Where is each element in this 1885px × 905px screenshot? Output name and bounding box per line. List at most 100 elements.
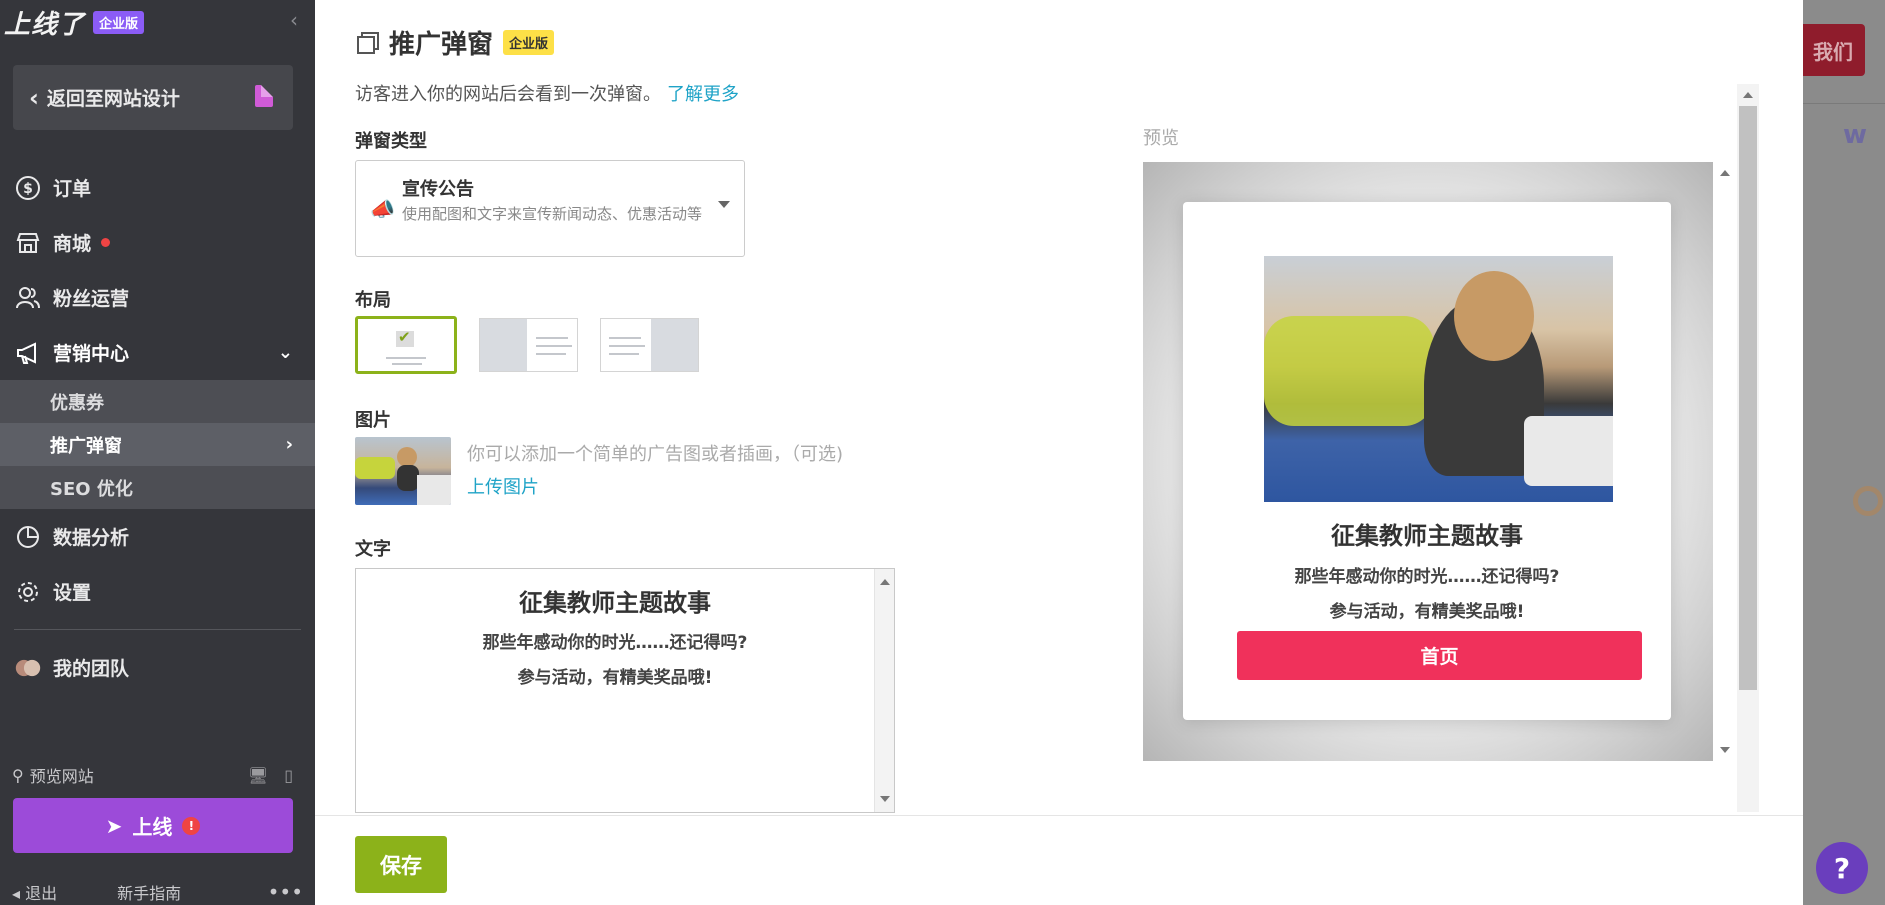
panel-footer: 保存 [315, 815, 1803, 905]
popup-icon [357, 31, 379, 54]
preview-label: 预览 [1143, 128, 1179, 149]
layout-option-image-right[interactable] [600, 318, 699, 372]
popup-type-label: 弹窗类型 [355, 131, 427, 152]
photo-shape [1524, 416, 1613, 486]
layout-option-image-left[interactable] [479, 318, 578, 372]
promo-popup-panel: 推广弹窗 企业版 访客进入你的网站后会看到一次弹窗。 了解更多 弹窗类型 📣 宣传… [315, 0, 1803, 905]
sidebar-nav: $ 订单 商城 粉丝运营 营销中心 ⌄ 优惠券 推广弹窗 › SEO 优化 数据… [0, 160, 315, 695]
sidebar-item-settings[interactable]: 设置 [0, 564, 315, 619]
help-button[interactable]: ? [1816, 842, 1868, 894]
desktop-icon[interactable]: 🖥 [248, 766, 268, 785]
sidebar-item-label: 粉丝运营 [53, 288, 130, 310]
line-placeholder [536, 353, 566, 355]
sidebar: 上线了 企业版 ‹ ‹ 返回至网站设计 $ 订单 商城 粉丝运营 营销中心 ⌄ … [0, 0, 315, 905]
brand-logo: 上线了 [4, 10, 86, 40]
dropdown-caret-icon [718, 201, 730, 208]
app-root: 上线了 企业版 ‹ ‹ 返回至网站设计 $ 订单 商城 粉丝运营 营销中心 ⌄ … [0, 0, 1885, 905]
editor-line-2: 参与活动，有精美奖品哦! [517, 668, 713, 688]
line-placeholder [609, 353, 639, 355]
brand: 上线了 企业版 [4, 4, 145, 41]
upload-image-link[interactable]: 上传图片 [467, 473, 539, 499]
sidebar-item-team[interactable]: 我的团队 [0, 640, 315, 695]
text-editor[interactable]: 征集教师主题故事 那些年感动你的时光……还记得吗? 参与活动，有精美奖品哦! [355, 568, 895, 813]
sidebar-item-fans[interactable]: 粉丝运营 [0, 270, 315, 325]
device-toggle: 🖥 ▯ [248, 766, 293, 785]
line-placeholder [609, 337, 641, 339]
sidebar-footer: ◂ 退出 新手指南 ••• [0, 880, 315, 904]
image-thumbnail[interactable] [355, 437, 451, 505]
sidebar-item-analytics[interactable]: 数据分析 [0, 509, 315, 564]
sidebar-item-orders[interactable]: $ 订单 [0, 160, 315, 215]
logout-link[interactable]: ◂ 退出 [12, 880, 57, 904]
scroll-down-icon[interactable] [880, 796, 890, 802]
subitem-label: 推广弹窗 [50, 435, 122, 457]
back-to-site-design-button[interactable]: ‹ 返回至网站设计 [13, 65, 293, 130]
preview-home-button: 首页 [1237, 631, 1642, 680]
store-icon [15, 230, 41, 256]
alert-badge: ! [182, 816, 201, 835]
popup-type-select[interactable]: 📣 宣传公告 使用配图和文字来宣传新闻动态、优惠活动等 [355, 160, 745, 257]
sidebar-item-label: 我的团队 [53, 658, 130, 680]
learn-more-link[interactable]: 了解更多 [667, 84, 739, 105]
preview-line-2: 参与活动，有精美奖品哦! [1329, 602, 1525, 622]
line-placeholder [386, 357, 426, 359]
editor-content[interactable]: 征集教师主题故事 那些年感动你的时光……还记得吗? 参与活动，有精美奖品哦! [356, 569, 874, 812]
background-button: 我们 [1803, 24, 1865, 76]
mobile-icon[interactable]: ▯ [284, 766, 293, 785]
more-icon[interactable]: ••• [268, 880, 303, 904]
image-placeholder-icon [651, 319, 698, 371]
layout-option-image-top[interactable] [355, 316, 457, 374]
sidebar-subitem-promo-popup[interactable]: 推广弹窗 › [0, 423, 315, 466]
sidebar-subitem-seo[interactable]: SEO 优化 [0, 466, 315, 509]
dollar-circle-icon: $ [15, 175, 41, 201]
sidebar-item-label: 订单 [53, 178, 92, 200]
scrollbar-thumb[interactable] [1739, 106, 1757, 690]
document-icon [255, 85, 273, 107]
sidebar-item-marketing[interactable]: 营销中心 ⌄ [0, 325, 315, 380]
line-placeholder [536, 345, 572, 347]
chevron-down-icon: ⌄ [277, 342, 293, 363]
preview-stage: 征集教师主题故事 那些年感动你的时光……还记得吗? 参与活动，有精美奖品哦! 首… [1143, 162, 1713, 761]
background-decoration: w [1843, 120, 1868, 150]
sidebar-item-label: 营销中心 [53, 343, 130, 365]
preview-scrollbar[interactable] [1715, 162, 1735, 761]
preview-title: 征集教师主题故事 [1331, 522, 1523, 550]
save-button[interactable]: 保存 [355, 836, 447, 893]
collapse-sidebar-icon[interactable]: ‹ [290, 8, 298, 32]
preview-popup-card: 征集教师主题故事 那些年感动你的时光……还记得吗? 参与活动，有精美奖品哦! 首… [1183, 202, 1671, 720]
layout-options [355, 316, 699, 374]
sidebar-divider [14, 629, 301, 630]
background-divider [1803, 103, 1885, 104]
launch-button[interactable]: ➤ 上线 ! [13, 798, 293, 853]
background-decoration [1853, 486, 1883, 516]
subitem-label: SEO 优化 [50, 478, 133, 500]
line-placeholder [392, 363, 422, 365]
scroll-down-icon[interactable] [1720, 747, 1730, 753]
editor-line-1: 那些年感动你的时光……还记得吗? [482, 633, 748, 653]
sidebar-subitem-coupons[interactable]: 优惠券 [0, 380, 315, 423]
enterprise-badge: 企业版 [503, 30, 555, 55]
panel-scrollbar[interactable] [1737, 84, 1759, 812]
sidebar-item-label: 设置 [53, 582, 92, 604]
scroll-up-icon[interactable] [1743, 92, 1753, 98]
scroll-up-icon[interactable] [880, 579, 890, 585]
layout-label: 布局 [355, 290, 391, 311]
launch-label: 上线 [132, 815, 173, 839]
guide-link[interactable]: 新手指南 [117, 880, 181, 904]
preview-site-link[interactable]: ⚲ 预览网站 🖥 ▯ [0, 760, 315, 790]
notification-dot [101, 238, 111, 247]
popup-type-name: 宣传公告 [402, 179, 474, 200]
svg-text:$: $ [23, 181, 33, 197]
sidebar-item-store[interactable]: 商城 [0, 215, 315, 270]
page-title: 推广弹窗 [389, 30, 494, 60]
text-label: 文字 [355, 539, 391, 560]
scroll-up-icon[interactable] [1720, 170, 1730, 176]
intro-description: 访客进入你的网站后会看到一次弹窗。 [355, 84, 661, 105]
chevron-right-icon: › [285, 434, 293, 455]
rocket-icon: ➤ [105, 813, 123, 838]
logout-label: 退出 [25, 884, 58, 903]
photo-shape [1454, 271, 1534, 361]
pie-chart-icon [15, 524, 41, 550]
preview-line-1: 那些年感动你的时光……还记得吗? [1294, 567, 1560, 587]
editor-scrollbar[interactable] [874, 569, 894, 812]
